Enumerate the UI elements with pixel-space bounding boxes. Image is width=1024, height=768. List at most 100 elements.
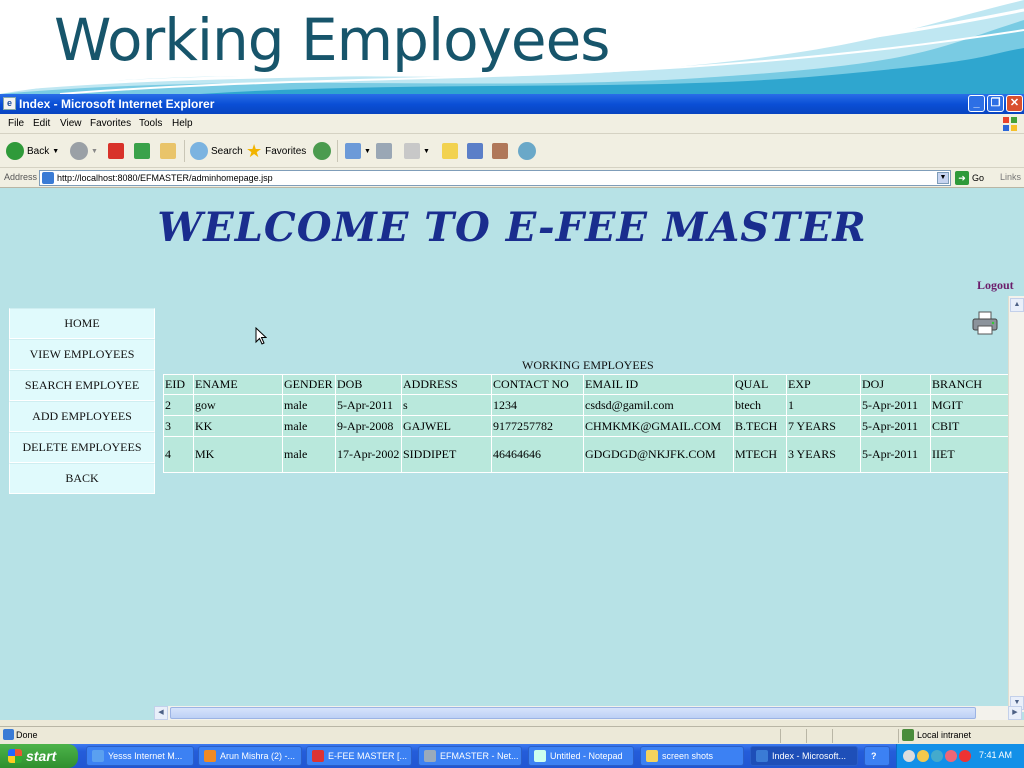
taskbar-item[interactable]: Yesss Internet M... <box>86 746 194 766</box>
menu-tools[interactable]: Tools <box>139 118 162 129</box>
menu-add-employees[interactable]: ADD EMPLOYEES <box>9 401 155 432</box>
browser-window: e Index - Microsoft Internet Explorer _ … <box>0 94 1024 744</box>
address-url: http://localhost:8080/EFMASTER/adminhome… <box>57 173 273 183</box>
tray-app-icon[interactable] <box>945 750 957 762</box>
taskbar-item[interactable]: EFMASTER - Net... <box>418 746 522 766</box>
scroll-right-icon[interactable]: ▶ <box>1008 706 1022 720</box>
search-button[interactable]: Search <box>190 141 243 161</box>
edit-button[interactable]: ▼ <box>404 141 430 161</box>
printer-icon[interactable] <box>971 311 999 335</box>
research-button[interactable] <box>492 141 508 161</box>
refresh-button[interactable] <box>134 141 150 161</box>
table-cell: 5-Apr-2011 <box>335 394 402 416</box>
antivirus-icon[interactable] <box>959 750 971 762</box>
maximize-button[interactable]: ❐ <box>987 95 1004 112</box>
menu-delete-employees[interactable]: DELETE EMPLOYEES <box>9 432 155 463</box>
column-header: EID <box>163 374 194 395</box>
tray-app-icon[interactable] <box>917 750 929 762</box>
discuss-icon <box>518 142 536 160</box>
taskbar-item[interactable]: E-FEE MASTER [... <box>306 746 412 766</box>
taskbar-item[interactable]: Untitled - Notepad <box>528 746 634 766</box>
table-cell: 1234 <box>491 394 584 416</box>
messenger-button[interactable] <box>467 141 483 161</box>
menu-search-employee[interactable]: SEARCH EMPLOYEE <box>9 370 155 401</box>
scrollbar-thumb[interactable] <box>170 707 976 719</box>
go-button[interactable]: ➜ Go <box>955 171 984 185</box>
table-cell: SIDDIPET <box>401 436 492 473</box>
table-cell: gow <box>193 394 283 416</box>
mail-button[interactable]: ▼ <box>345 141 371 161</box>
status-divider <box>806 729 807 743</box>
menu-view[interactable]: View <box>60 118 82 129</box>
toolbar: Back ▼ ▼ Search ★ Favorites ▼ ▼ <box>0 134 1024 168</box>
tray-app-icon[interactable] <box>931 750 943 762</box>
menu-help[interactable]: Help <box>172 118 193 129</box>
network-icon[interactable] <box>903 750 915 762</box>
print-button[interactable] <box>376 141 392 161</box>
menu-edit[interactable]: Edit <box>33 118 50 129</box>
taskbar-item-label: Untitled - Notepad <box>550 751 623 761</box>
column-header: CONTACT NO <box>491 374 584 395</box>
menu-view-employees[interactable]: VIEW EMPLOYEES <box>9 339 155 370</box>
page-content: WELCOME TO E-FEE MASTER Logout HOME VIEW… <box>0 188 1024 720</box>
links-button[interactable]: Links <box>1000 172 1021 182</box>
address-input[interactable]: http://localhost:8080/EFMASTER/adminhome… <box>39 170 951 186</box>
history-button[interactable] <box>313 141 331 161</box>
notes-button[interactable] <box>442 141 458 161</box>
minimize-button[interactable]: _ <box>968 95 985 112</box>
taskbar-item-active[interactable]: Index - Microsoft... <box>750 746 858 766</box>
forward-button[interactable]: ▼ <box>70 141 98 161</box>
column-header: EXP <box>786 374 861 395</box>
favorites-button[interactable]: ★ Favorites <box>246 141 306 161</box>
address-bar: Address http://localhost:8080/EFMASTER/a… <box>0 168 1024 188</box>
menu-home[interactable]: HOME <box>9 308 155 339</box>
status-divider <box>832 729 833 743</box>
employees-table: EID ENAME GENDER DOB ADDRESS CONTACT NO … <box>163 374 1009 473</box>
security-zone: Local intranet <box>902 729 971 741</box>
start-button[interactable]: start <box>0 744 78 768</box>
go-arrow-icon: ➜ <box>955 171 969 185</box>
menu-bar: File Edit View Favorites Tools Help <box>0 114 1024 134</box>
close-button[interactable]: ✕ <box>1006 95 1023 112</box>
window-title-bar[interactable]: e Index - Microsoft Internet Explorer _ … <box>0 94 1024 114</box>
back-arrow-icon <box>6 142 24 160</box>
ie-page-icon: e <box>3 97 16 110</box>
table-cell: CBIT <box>930 415 1009 437</box>
help-button[interactable]: ? <box>864 746 890 766</box>
table-cell: MK <box>193 436 283 473</box>
taskbar-item[interactable]: Arun Mishra (2) -... <box>198 746 302 766</box>
menu-favorites[interactable]: Favorites <box>90 118 131 129</box>
chevron-down-icon: ▼ <box>423 147 430 155</box>
zone-label: Local intranet <box>917 730 972 740</box>
menu-back[interactable]: BACK <box>9 463 155 494</box>
table-cell: btech <box>733 394 787 416</box>
discuss-button[interactable] <box>518 141 536 161</box>
vertical-scrollbar[interactable]: ▲ ▼ <box>1008 296 1024 712</box>
horizontal-scrollbar[interactable]: ◀ ▶ <box>154 706 1022 720</box>
back-label: Back <box>27 145 50 157</box>
page-heading: WELCOME TO E-FEE MASTER <box>157 204 867 251</box>
taskbar-item[interactable]: screen shots <box>640 746 744 766</box>
mail-icon <box>345 143 361 159</box>
scroll-left-icon[interactable]: ◀ <box>154 706 168 720</box>
stop-icon <box>108 143 124 159</box>
back-button[interactable]: Back ▼ <box>6 141 59 161</box>
scroll-up-icon[interactable]: ▲ <box>1010 298 1024 312</box>
table-row: 4 MK male 17-Apr-2002 SIDDIPET 46464646 … <box>163 436 1009 473</box>
messenger-icon <box>467 143 483 159</box>
search-icon <box>190 142 208 160</box>
help-icon: ? <box>871 751 877 761</box>
stop-button[interactable] <box>108 141 124 161</box>
menu-file[interactable]: File <box>8 118 24 129</box>
table-cell: 46464646 <box>491 436 584 473</box>
logout-link[interactable]: Logout <box>977 278 1014 293</box>
home-button[interactable] <box>160 141 176 161</box>
chevron-down-icon[interactable]: ▼ <box>937 172 949 184</box>
taskbar-item-label: Index - Microsoft... <box>772 751 847 761</box>
table-cell: male <box>282 394 336 416</box>
search-label: Search <box>211 145 243 157</box>
forward-arrow-icon <box>70 142 88 160</box>
column-header: ENAME <box>193 374 283 395</box>
favorites-label: Favorites <box>265 145 307 157</box>
slide-title: Working Employees <box>54 6 610 74</box>
